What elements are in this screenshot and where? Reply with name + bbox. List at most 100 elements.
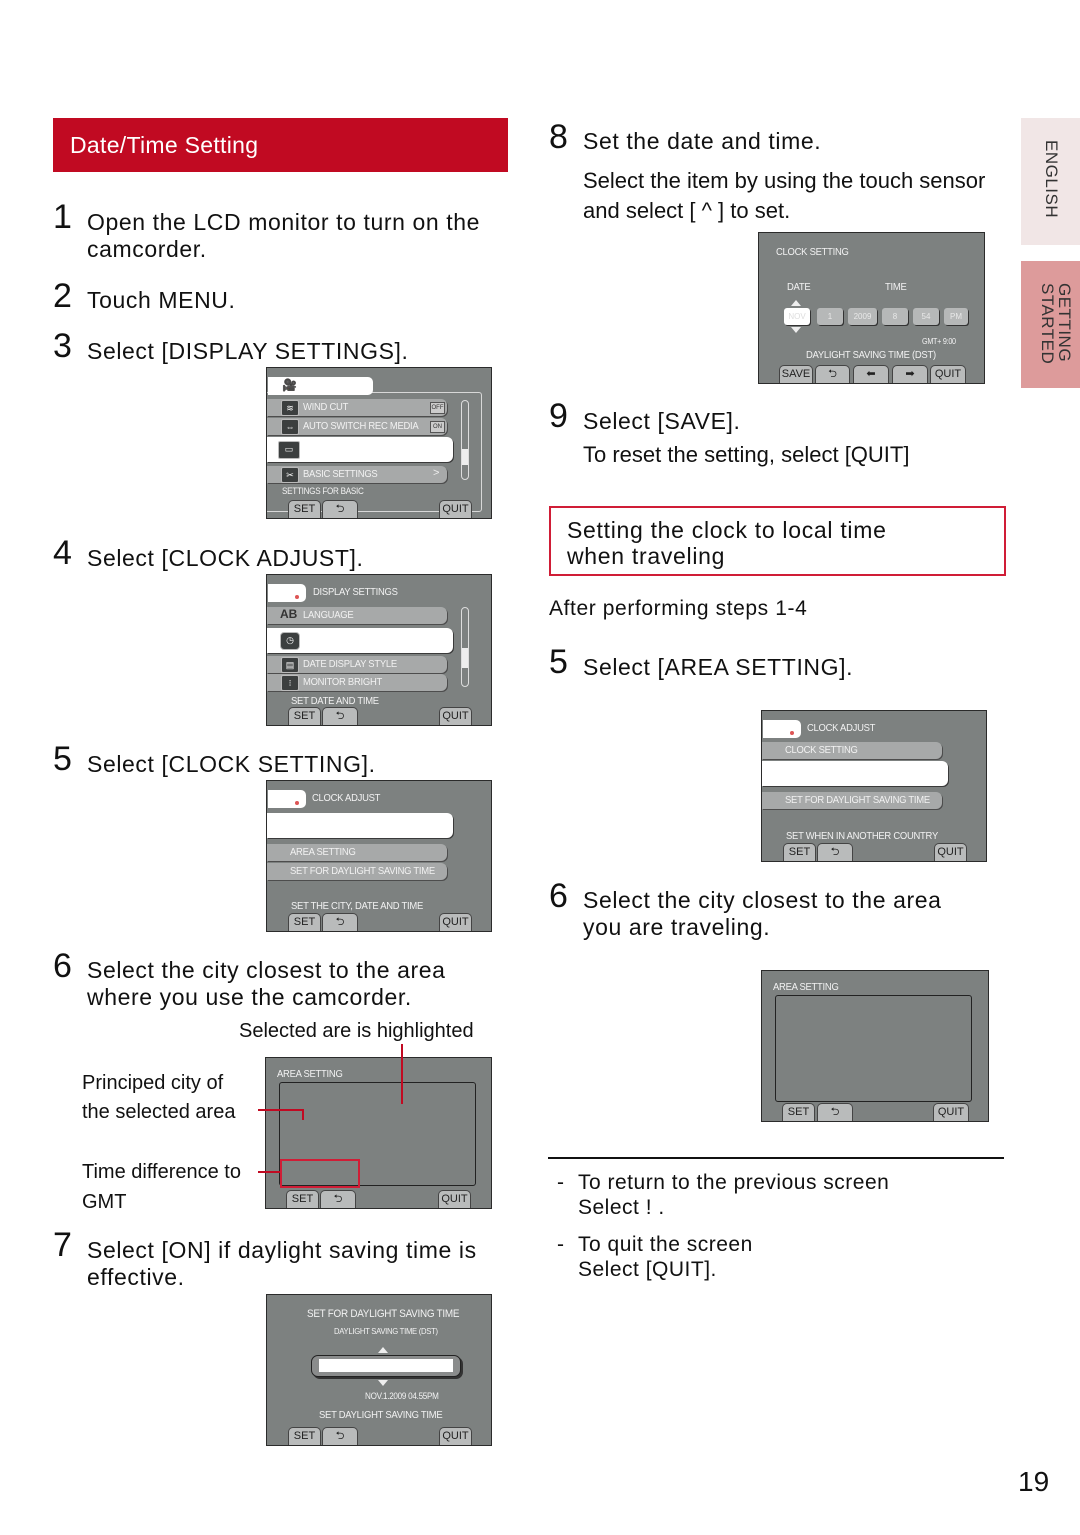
- side-tab-english[interactable]: ENGLISH: [1021, 118, 1080, 245]
- scroll-thumb[interactable]: [462, 449, 468, 465]
- scrollbar[interactable]: [461, 607, 469, 687]
- back-arrow-icon: ⮌: [335, 710, 345, 722]
- field-month[interactable]: NOV: [784, 308, 810, 325]
- down-arrow-icon[interactable]: [378, 1380, 388, 1386]
- lcd-clock-adjust-travel-screen: CLOCK ADJUST CLOCK SETTING SET FOR DAYLI…: [761, 710, 987, 862]
- lcd-display-settings-screen: DISPLAY SETTINGS AB LANGUAGE ◷ ▤ DATE DI…: [266, 574, 492, 726]
- screen-subtitle: DAYLIGHT SAVING TIME (DST): [334, 1326, 438, 1336]
- back-button[interactable]: ⮌: [322, 913, 358, 931]
- menu-item-label: DATE DISPLAY STYLE: [303, 658, 397, 670]
- step-number: 6: [549, 877, 568, 915]
- quit-button[interactable]: QUIT: [439, 500, 472, 518]
- hint-text: SET DATE AND TIME: [291, 695, 379, 707]
- left-button[interactable]: ⬅: [853, 365, 889, 383]
- field-minute[interactable]: 54: [913, 308, 939, 325]
- field-day[interactable]: 1: [817, 308, 843, 325]
- menu-item-dst[interactable]: SET FOR DAYLIGHT SAVING TIME: [267, 863, 447, 880]
- set-button[interactable]: SET: [288, 913, 321, 931]
- section-title: Date/Time Setting: [70, 132, 259, 158]
- set-button[interactable]: SET: [288, 1427, 321, 1445]
- dst-value: [319, 1359, 453, 1372]
- page-number: 19: [1018, 1466, 1050, 1497]
- screen-title: AREA SETTING: [773, 981, 839, 993]
- lcd-clock-adjust-screen: CLOCK ADJUST AREA SETTING SET FOR DAYLIG…: [266, 780, 492, 932]
- back-button[interactable]: ⮌: [322, 500, 358, 518]
- quit-button[interactable]: QUIT: [930, 365, 966, 383]
- step-number: 3: [53, 327, 72, 365]
- set-button[interactable]: SET: [286, 1190, 319, 1208]
- field-hour[interactable]: 8: [882, 308, 908, 325]
- menu-item-basic-settings[interactable]: ✂ BASIC SETTINGS >: [267, 466, 447, 483]
- field-ampm[interactable]: PM: [944, 308, 968, 325]
- hint-text: SET WHEN IN ANOTHER COUNTRY: [786, 830, 938, 842]
- clock-icon: ◷: [280, 632, 300, 650]
- menu-item-clock-adjust-selected[interactable]: ◷: [267, 628, 453, 653]
- back-arrow-icon: ⮌: [335, 916, 345, 928]
- screen-title: CLOCK ADJUST: [312, 792, 381, 804]
- step-subtext: To reset the setting, select [QUIT]: [583, 442, 910, 467]
- on-badge: ON: [430, 421, 445, 433]
- note-line2: Select ! .: [578, 1196, 665, 1219]
- quit-button[interactable]: QUIT: [934, 843, 967, 861]
- side-tab-english-label: ENGLISH: [1042, 140, 1061, 219]
- callout-line: [302, 1109, 304, 1120]
- right-button[interactable]: ➡: [892, 365, 928, 383]
- camera-tab[interactable]: 🎥: [268, 377, 373, 395]
- clock-tab[interactable]: [268, 790, 306, 808]
- back-button[interactable]: ⮌: [322, 707, 358, 725]
- dst-value-field[interactable]: [311, 1355, 461, 1377]
- step-number: 2: [53, 277, 72, 315]
- back-arrow-icon: ⮌: [335, 1430, 345, 1442]
- back-button[interactable]: ⮌: [817, 843, 853, 861]
- set-button[interactable]: SET: [782, 1103, 815, 1121]
- back-button[interactable]: ⮌: [815, 365, 850, 383]
- menu-item-label: AREA SETTING: [290, 846, 356, 858]
- back-arrow-icon: ⮌: [335, 503, 345, 515]
- menu-item-monitor-bright[interactable]: ⁝ MONITOR BRIGHT: [267, 674, 447, 691]
- quit-button[interactable]: QUIT: [439, 1427, 472, 1445]
- quit-button[interactable]: QUIT: [439, 913, 472, 931]
- screen-title: AREA SETTING: [277, 1068, 343, 1080]
- quit-button[interactable]: QUIT: [933, 1103, 969, 1121]
- menu-item-area-setting[interactable]: AREA SETTING: [267, 844, 447, 861]
- save-button[interactable]: SAVE: [779, 365, 813, 383]
- menu-item-display-settings-selected[interactable]: ▭: [267, 437, 453, 462]
- back-button[interactable]: ⮌: [322, 1427, 358, 1445]
- map-area[interactable]: [775, 995, 972, 1102]
- clock-tab[interactable]: [763, 720, 801, 738]
- quit-button[interactable]: QUIT: [439, 707, 472, 725]
- step-text: Touch MENU.: [87, 287, 236, 313]
- step-text: Set the date and time.: [583, 128, 822, 154]
- quit-button[interactable]: QUIT: [438, 1190, 471, 1208]
- note-line2: Select [QUIT].: [578, 1258, 717, 1281]
- set-button[interactable]: SET: [288, 500, 321, 518]
- up-arrow-icon[interactable]: [378, 1347, 388, 1353]
- menu-item-dst[interactable]: SET FOR DAYLIGHT SAVING TIME: [762, 792, 942, 809]
- menu-item-language[interactable]: AB LANGUAGE: [267, 607, 447, 624]
- step-number: 8: [549, 118, 568, 156]
- display-tab[interactable]: [268, 584, 306, 602]
- set-button[interactable]: SET: [783, 843, 816, 861]
- menu-item-date-display-style[interactable]: ▤ DATE DISPLAY STYLE: [267, 656, 447, 673]
- basic-settings-icon: ✂: [281, 467, 299, 483]
- menu-item-wind-cut[interactable]: ≋ WIND CUT OFF: [267, 399, 447, 416]
- scroll-thumb[interactable]: [462, 648, 468, 668]
- set-button[interactable]: SET: [288, 707, 321, 725]
- brightness-icon: ⁝: [281, 675, 299, 691]
- note-dash: -: [557, 1233, 565, 1256]
- step-text: Select [SAVE].: [583, 408, 741, 434]
- up-arrow-icon[interactable]: [791, 300, 801, 306]
- scrollbar[interactable]: [461, 400, 469, 480]
- menu-item-auto-switch[interactable]: ⇔ AUTO SWITCH REC MEDIA ON: [267, 418, 447, 435]
- back-button[interactable]: ⮌: [320, 1190, 356, 1208]
- side-tab-getting-started[interactable]: GETTING STARTED: [1021, 261, 1080, 388]
- callout-city-line1: Principed city of: [82, 1072, 224, 1094]
- down-arrow-icon[interactable]: [791, 327, 801, 333]
- field-year[interactable]: 2009: [848, 308, 877, 325]
- step-text: Select [ON] if daylight saving time is e…: [87, 1237, 477, 1290]
- menu-item-clock-setting[interactable]: CLOCK SETTING: [762, 742, 942, 759]
- back-button[interactable]: ⮌: [817, 1103, 853, 1121]
- note-dash: -: [557, 1171, 565, 1194]
- menu-item-area-setting-selected[interactable]: [762, 761, 948, 786]
- menu-item-clock-setting-selected[interactable]: [267, 813, 453, 838]
